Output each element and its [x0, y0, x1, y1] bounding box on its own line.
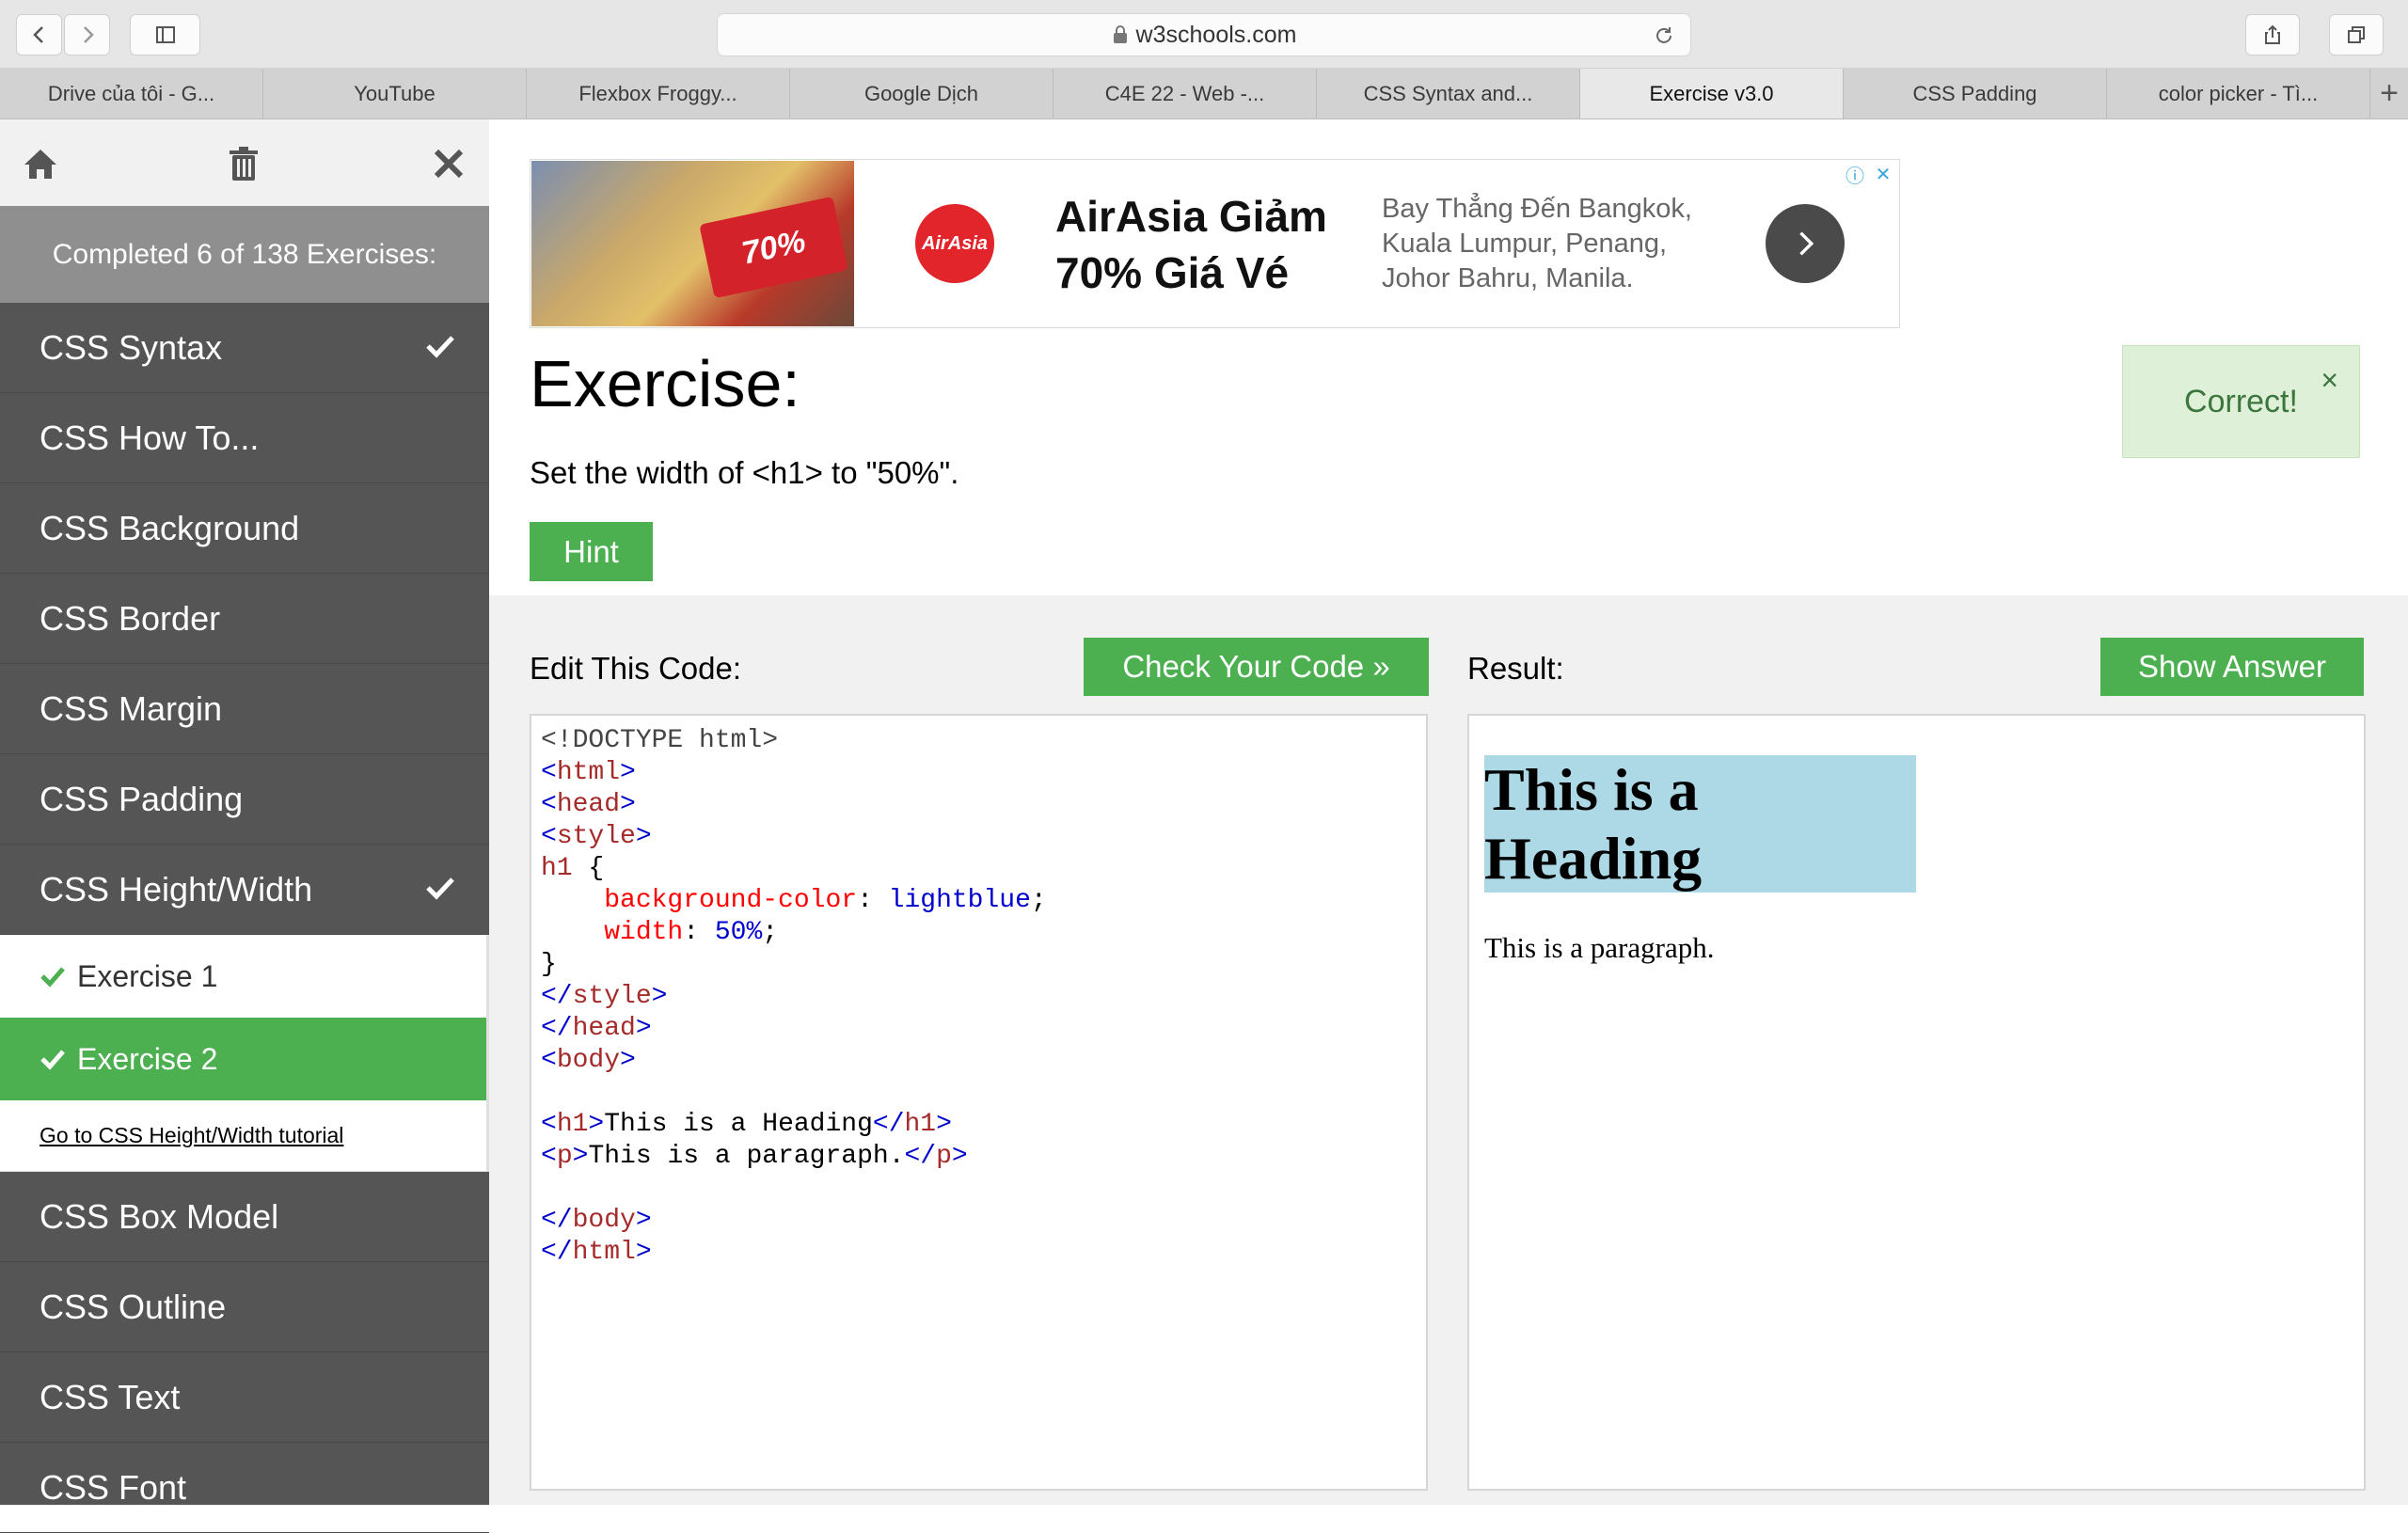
airasia-logo: AirAsia: [915, 204, 994, 283]
checkmark-icon: [40, 967, 65, 988]
tabs-overview-button[interactable]: [2329, 14, 2384, 55]
chevron-right-icon: [1799, 231, 1814, 256]
sub-exercise-list: Exercise 1 Exercise 2 Go to CSS Height/W…: [0, 935, 489, 1172]
chevron-left-icon: [32, 26, 43, 43]
result-frame: This is a Heading This is a paragraph.: [1467, 714, 2366, 1491]
sidebar-icon: [155, 26, 175, 43]
ad-title: AirAsia Giảm 70% Giá Vé: [1055, 192, 1327, 297]
show-answer-button[interactable]: Show Answer: [2100, 638, 2364, 696]
sidebar-item-css-box-model[interactable]: CSS Box Model: [0, 1172, 489, 1262]
result-heading: This is a Heading: [1484, 755, 1916, 893]
sub-item-label: Exercise 2: [77, 1041, 218, 1076]
ad-discount-banner: 70%: [699, 196, 848, 299]
sidebar-item-label: CSS Font: [40, 1467, 187, 1507]
toast-message: Correct!: [2184, 383, 2298, 419]
check-code-button[interactable]: Check Your Code »: [1084, 638, 1429, 696]
exercise-workarea: Edit This Code: Check Your Code » Result…: [489, 595, 2408, 1505]
tab-drive[interactable]: Drive của tôi - G...: [0, 69, 263, 119]
tab-bar: Drive của tôi - G... YouTube Flexbox Fro…: [0, 69, 2408, 119]
info-icon[interactable]: ⓘ: [1843, 162, 1867, 187]
forward-button[interactable]: [64, 14, 110, 55]
sub-item-label: Exercise 1: [77, 958, 218, 993]
code-content[interactable]: <!DOCTYPE html> <html> <head> <style> h1…: [531, 716, 1426, 1278]
close-icon[interactable]: [429, 144, 468, 183]
sidebar-top-bar: [0, 119, 489, 206]
tab-css-padding[interactable]: CSS Padding: [1844, 69, 2107, 119]
share-icon: [2265, 24, 2280, 44]
sidebar-item-css-font[interactable]: CSS Font: [0, 1443, 489, 1533]
progress-counter: Completed 6 of 138 Exercises:: [0, 206, 489, 303]
result-paragraph: This is a paragraph.: [1484, 931, 1715, 964]
sidebar-item-css-background[interactable]: CSS Background: [0, 483, 489, 574]
ad-description: Bay Thẳng Đến Bangkok, Kuala Lumpur, Pen…: [1382, 194, 1692, 293]
editor-label: Edit This Code:: [530, 651, 742, 686]
sidebar-item-label: CSS Box Model: [40, 1196, 279, 1236]
sub-item-exercise-2[interactable]: Exercise 2: [0, 1018, 486, 1100]
checkmark-icon: [426, 877, 454, 900]
checkmark-icon: [40, 1050, 65, 1070]
ad-next-button[interactable]: [1766, 204, 1845, 283]
tab-exercise[interactable]: Exercise v3.0: [1580, 69, 1844, 119]
sidebar-item-label: CSS Margin: [40, 688, 223, 728]
hint-button[interactable]: Hint: [530, 522, 653, 581]
result-label: Result:: [1467, 651, 1564, 686]
tab-google-translate[interactable]: Google Dịch: [790, 69, 1054, 119]
browser-toolbar: w3schools.com: [0, 0, 2408, 69]
sidebar-item-css-syntax[interactable]: CSS Syntax: [0, 303, 489, 393]
sidebar-item-label: CSS Border: [40, 598, 221, 638]
success-toast: Correct! ×: [2122, 345, 2360, 458]
sidebar-toggle-button[interactable]: [130, 14, 200, 55]
page-title: Exercise:: [530, 347, 800, 420]
sidebar-item-css-padding[interactable]: CSS Padding: [0, 754, 489, 845]
sidebar-item-label: CSS Text: [40, 1377, 181, 1416]
chevron-right-icon: [83, 26, 94, 43]
tab-c4e[interactable]: C4E 22 - Web -...: [1054, 69, 1317, 119]
sidebar-item-css-height-width[interactable]: CSS Height/Width: [0, 845, 489, 935]
exercise-instruction: Set the width of <h1> to "50%".: [530, 455, 959, 490]
tab-css-syntax[interactable]: CSS Syntax and...: [1317, 69, 1580, 119]
lock-icon: [1113, 25, 1127, 43]
sub-item-exercise-1[interactable]: Exercise 1: [0, 935, 486, 1018]
sidebar-item-label: CSS Padding: [40, 779, 244, 818]
tabs-icon: [2348, 26, 2365, 43]
home-icon[interactable]: [21, 144, 60, 183]
tab-youtube[interactable]: YouTube: [263, 69, 527, 119]
url-text: w3schools.com: [1135, 21, 1297, 48]
sidebar-item-label: CSS How To...: [40, 418, 260, 457]
tab-color-picker[interactable]: color picker - Tì...: [2107, 69, 2370, 119]
tab-flexbox-froggy[interactable]: Flexbox Froggy...: [527, 69, 790, 119]
share-button[interactable]: [2245, 14, 2300, 55]
back-button[interactable]: [16, 14, 62, 55]
sidebar-item-css-margin[interactable]: CSS Margin: [0, 664, 489, 754]
exercise-sidebar: Completed 6 of 138 Exercises: CSS Syntax…: [0, 119, 489, 1533]
close-icon[interactable]: ✕: [1871, 162, 1895, 186]
sidebar-item-css-text[interactable]: CSS Text: [0, 1352, 489, 1443]
advertisement[interactable]: 70% AirAsia AirAsia Giảm 70% Giá Vé Bay …: [530, 159, 1900, 328]
sidebar-item-label: CSS Outline: [40, 1287, 227, 1326]
ad-choices[interactable]: ⓘ ✕: [1843, 162, 1895, 187]
address-bar[interactable]: w3schools.com: [717, 13, 1691, 56]
trash-icon[interactable]: [224, 144, 263, 183]
sidebar-item-label: CSS Syntax: [40, 327, 223, 367]
sidebar-item-css-how-to[interactable]: CSS How To...: [0, 393, 489, 483]
sidebar-item-label: CSS Height/Width: [40, 869, 313, 909]
ad-image: 70%: [531, 161, 854, 326]
tutorial-link[interactable]: Go to CSS Height/Width tutorial: [0, 1100, 486, 1172]
code-editor[interactable]: <!DOCTYPE html> <html> <head> <style> h1…: [530, 714, 1428, 1491]
reload-icon[interactable]: [1653, 24, 1675, 47]
sidebar-item-label: CSS Background: [40, 508, 300, 547]
sidebar-item-css-outline[interactable]: CSS Outline: [0, 1262, 489, 1352]
new-tab-button[interactable]: +: [2370, 69, 2408, 119]
checkmark-icon: [426, 336, 454, 358]
close-icon[interactable]: ×: [2321, 363, 2338, 398]
sidebar-item-css-border[interactable]: CSS Border: [0, 574, 489, 664]
